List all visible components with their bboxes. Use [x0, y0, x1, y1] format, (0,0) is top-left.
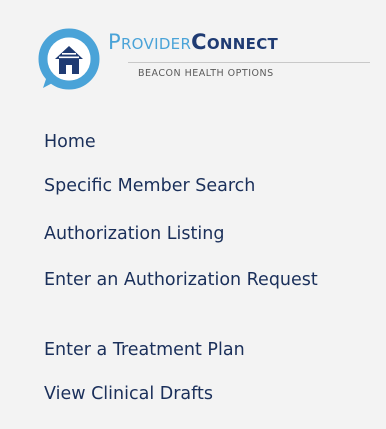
brand-tagline: BEACON HEALTH OPTIONS — [138, 68, 274, 79]
nav-link-enter-authorization-request[interactable]: Enter an Authorization Request — [44, 270, 344, 291]
nav-link-home[interactable]: Home — [44, 132, 96, 153]
brand-part-connect: Connect — [191, 30, 279, 54]
logo-wordmark: ProviderConnect BEACON HEALTH OPTIONS — [108, 30, 378, 92]
brand-divider — [128, 62, 370, 63]
brand-name: ProviderConnect — [108, 30, 278, 54]
house-chat-bubble-icon — [38, 28, 100, 90]
sidebar: ProviderConnect BEACON HEALTH OPTIONS Ho… — [0, 0, 386, 429]
nav-link-view-clinical-drafts[interactable]: View Clinical Drafts — [44, 384, 213, 405]
brand-part-provider: Provider — [108, 30, 192, 54]
nav-link-specific-member-search[interactable]: Specific Member Search — [44, 176, 255, 197]
nav-link-enter-treatment-plan[interactable]: Enter a Treatment Plan — [44, 340, 245, 361]
provider-connect-logo[interactable]: ProviderConnect BEACON HEALTH OPTIONS — [0, 0, 386, 110]
nav-link-authorization-listing[interactable]: Authorization Listing — [44, 224, 224, 245]
